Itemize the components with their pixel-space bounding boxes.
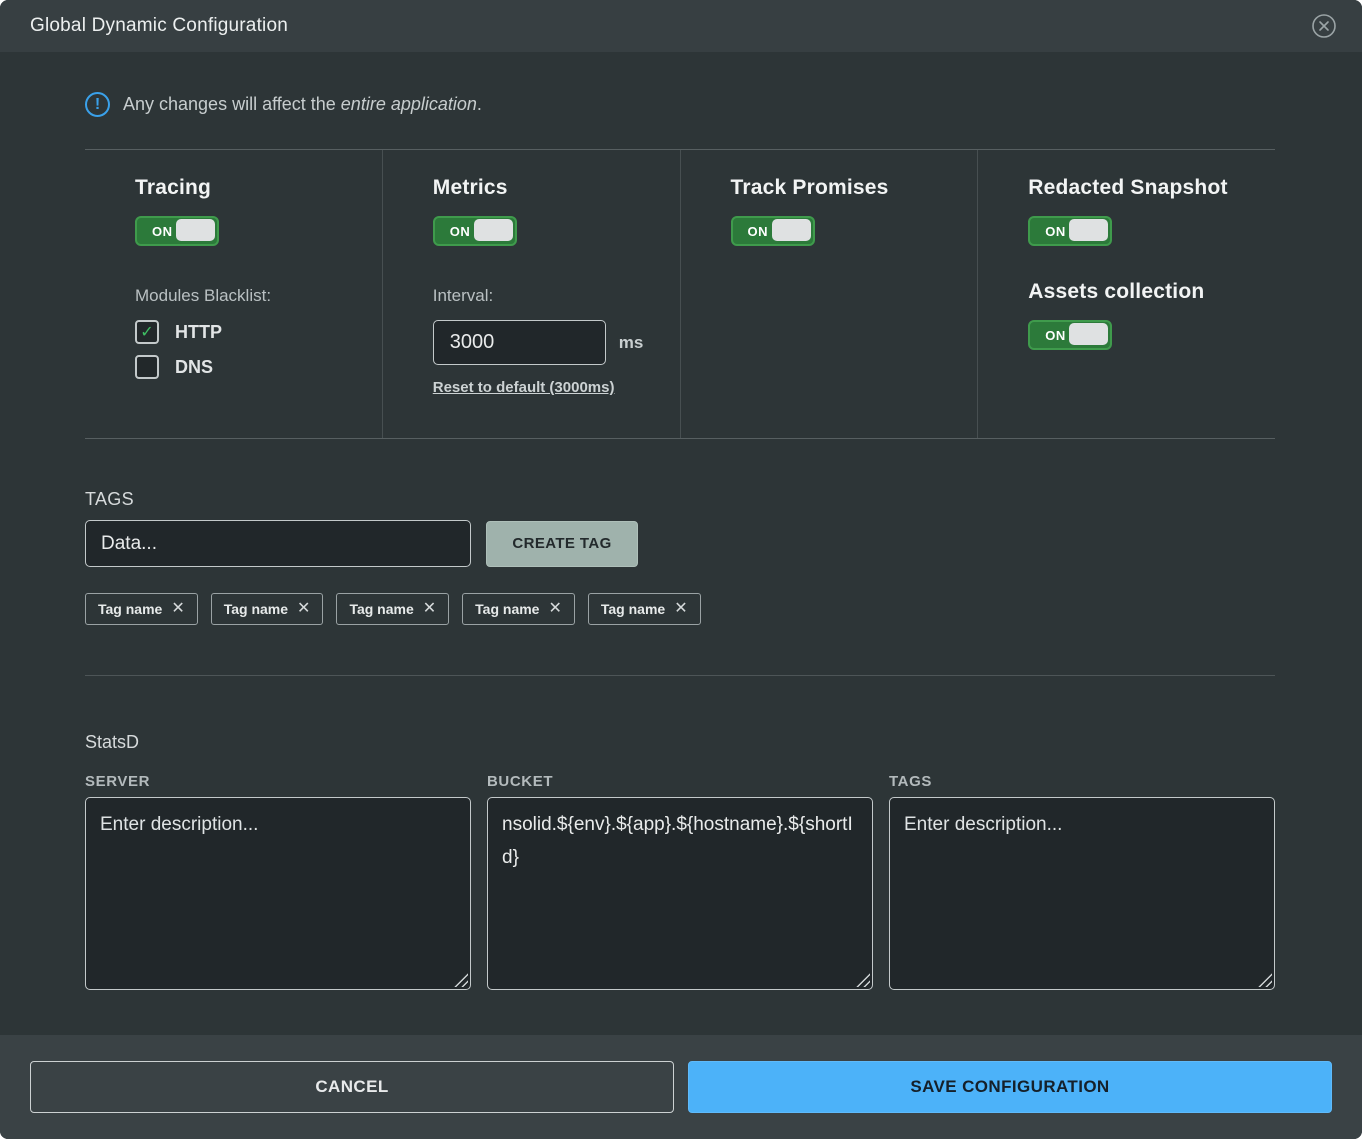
tag-chips-row: Tag name ✕ Tag name ✕ Tag name ✕ Tag nam… xyxy=(85,593,1275,625)
redacted-snapshot-toggle[interactable]: ON xyxy=(1028,216,1112,246)
modal-header: Global Dynamic Configuration xyxy=(0,0,1362,52)
http-checkbox[interactable]: ✓ xyxy=(135,320,159,344)
info-icon: ! xyxy=(85,92,110,117)
tag-chip-label: Tag name xyxy=(349,601,413,617)
tags-column-label: TAGS xyxy=(889,773,1275,790)
interval-unit: ms xyxy=(619,333,644,353)
alert-banner: ! Any changes will affect the entire app… xyxy=(85,92,1275,117)
statsd-tags-column: TAGS xyxy=(889,773,1275,990)
tags-textarea[interactable] xyxy=(889,797,1275,990)
cancel-button[interactable]: CANCEL xyxy=(30,1061,674,1113)
track-promises-toggle-label: ON xyxy=(748,224,769,239)
statsd-heading: StatsD xyxy=(85,732,1275,753)
statsd-section: StatsD SERVER BUCKET nsolid.${env}.${app… xyxy=(85,732,1275,990)
tag-chip-label: Tag name xyxy=(98,601,162,617)
metrics-toggle[interactable]: ON xyxy=(433,216,517,246)
server-label: SERVER xyxy=(85,773,471,790)
global-dynamic-configuration-modal: Global Dynamic Configuration ! Any chang… xyxy=(0,0,1362,1139)
modal-footer: CANCEL SAVE CONFIGURATION xyxy=(0,1035,1362,1139)
server-textarea[interactable] xyxy=(85,797,471,990)
interval-input[interactable] xyxy=(433,320,606,365)
assets-collection-title: Assets collection xyxy=(1028,280,1265,304)
tags-section: TAGS CREATE TAG Tag name ✕ Tag name ✕ Ta… xyxy=(85,489,1275,625)
close-circle-icon xyxy=(1311,13,1337,39)
http-checkbox-label: HTTP xyxy=(175,322,222,343)
create-tag-button[interactable]: CREATE TAG xyxy=(486,521,638,567)
metrics-column: Metrics ON Interval: ms Reset to default… xyxy=(382,150,680,438)
tag-chip[interactable]: Tag name ✕ xyxy=(336,593,449,625)
tracing-toggle-label: ON xyxy=(152,224,173,239)
http-checkbox-row[interactable]: ✓ HTTP xyxy=(135,320,372,344)
interval-label: Interval: xyxy=(433,286,670,306)
section-divider xyxy=(85,675,1275,676)
remove-icon[interactable]: ✕ xyxy=(171,601,184,617)
bucket-label: BUCKET xyxy=(487,773,873,790)
toggle-knob xyxy=(1069,323,1108,345)
redacted-snapshot-title: Redacted Snapshot xyxy=(1028,176,1265,200)
bucket-textarea[interactable]: nsolid.${env}.${app}.${hostname}.${short… xyxy=(487,797,873,990)
snapshot-column: Redacted Snapshot ON Assets collection O… xyxy=(977,150,1275,438)
metrics-title: Metrics xyxy=(433,176,670,200)
alert-text: Any changes will affect the entire appli… xyxy=(123,94,482,115)
remove-icon[interactable]: ✕ xyxy=(674,601,687,617)
dns-checkbox-row[interactable]: ✓ DNS xyxy=(135,355,372,379)
tracing-column: Tracing ON Modules Blacklist: ✓ HTTP ✓ D… xyxy=(85,150,382,438)
dns-checkbox-label: DNS xyxy=(175,357,213,378)
tracing-toggle[interactable]: ON xyxy=(135,216,219,246)
track-promises-column: Track Promises ON xyxy=(680,150,978,438)
assets-collection-toggle[interactable]: ON xyxy=(1028,320,1112,350)
close-button[interactable] xyxy=(1310,12,1338,40)
modal-body: ! Any changes will affect the entire app… xyxy=(0,52,1362,1035)
tracing-title: Tracing xyxy=(135,176,372,200)
statsd-bucket-column: BUCKET nsolid.${env}.${app}.${hostname}.… xyxy=(487,773,873,990)
save-configuration-button[interactable]: SAVE CONFIGURATION xyxy=(688,1061,1332,1113)
tag-chip-label: Tag name xyxy=(475,601,539,617)
dns-checkbox[interactable]: ✓ xyxy=(135,355,159,379)
modules-blacklist-label: Modules Blacklist: xyxy=(135,286,372,306)
toggle-knob xyxy=(176,219,215,241)
remove-icon[interactable]: ✕ xyxy=(548,601,561,617)
track-promises-toggle[interactable]: ON xyxy=(731,216,815,246)
tag-chip[interactable]: Tag name ✕ xyxy=(85,593,198,625)
tag-chip[interactable]: Tag name ✕ xyxy=(588,593,701,625)
modal-title: Global Dynamic Configuration xyxy=(30,15,288,37)
tag-chip[interactable]: Tag name ✕ xyxy=(462,593,575,625)
tag-name-input[interactable] xyxy=(85,520,471,567)
toggle-knob xyxy=(474,219,513,241)
tag-chip-label: Tag name xyxy=(224,601,288,617)
remove-icon[interactable]: ✕ xyxy=(423,601,436,617)
metrics-toggle-label: ON xyxy=(450,224,471,239)
tags-heading: TAGS xyxy=(85,489,1275,510)
reset-to-default-link[interactable]: Reset to default (3000ms) xyxy=(433,379,615,396)
tag-chip-label: Tag name xyxy=(601,601,665,617)
assets-collection-toggle-label: ON xyxy=(1045,328,1066,343)
toggle-knob xyxy=(1069,219,1108,241)
remove-icon[interactable]: ✕ xyxy=(297,601,310,617)
settings-grid: Tracing ON Modules Blacklist: ✓ HTTP ✓ D… xyxy=(85,149,1275,439)
tag-chip[interactable]: Tag name ✕ xyxy=(211,593,324,625)
redacted-snapshot-toggle-label: ON xyxy=(1045,224,1066,239)
track-promises-title: Track Promises xyxy=(731,176,968,200)
statsd-server-column: SERVER xyxy=(85,773,471,990)
toggle-knob xyxy=(772,219,811,241)
